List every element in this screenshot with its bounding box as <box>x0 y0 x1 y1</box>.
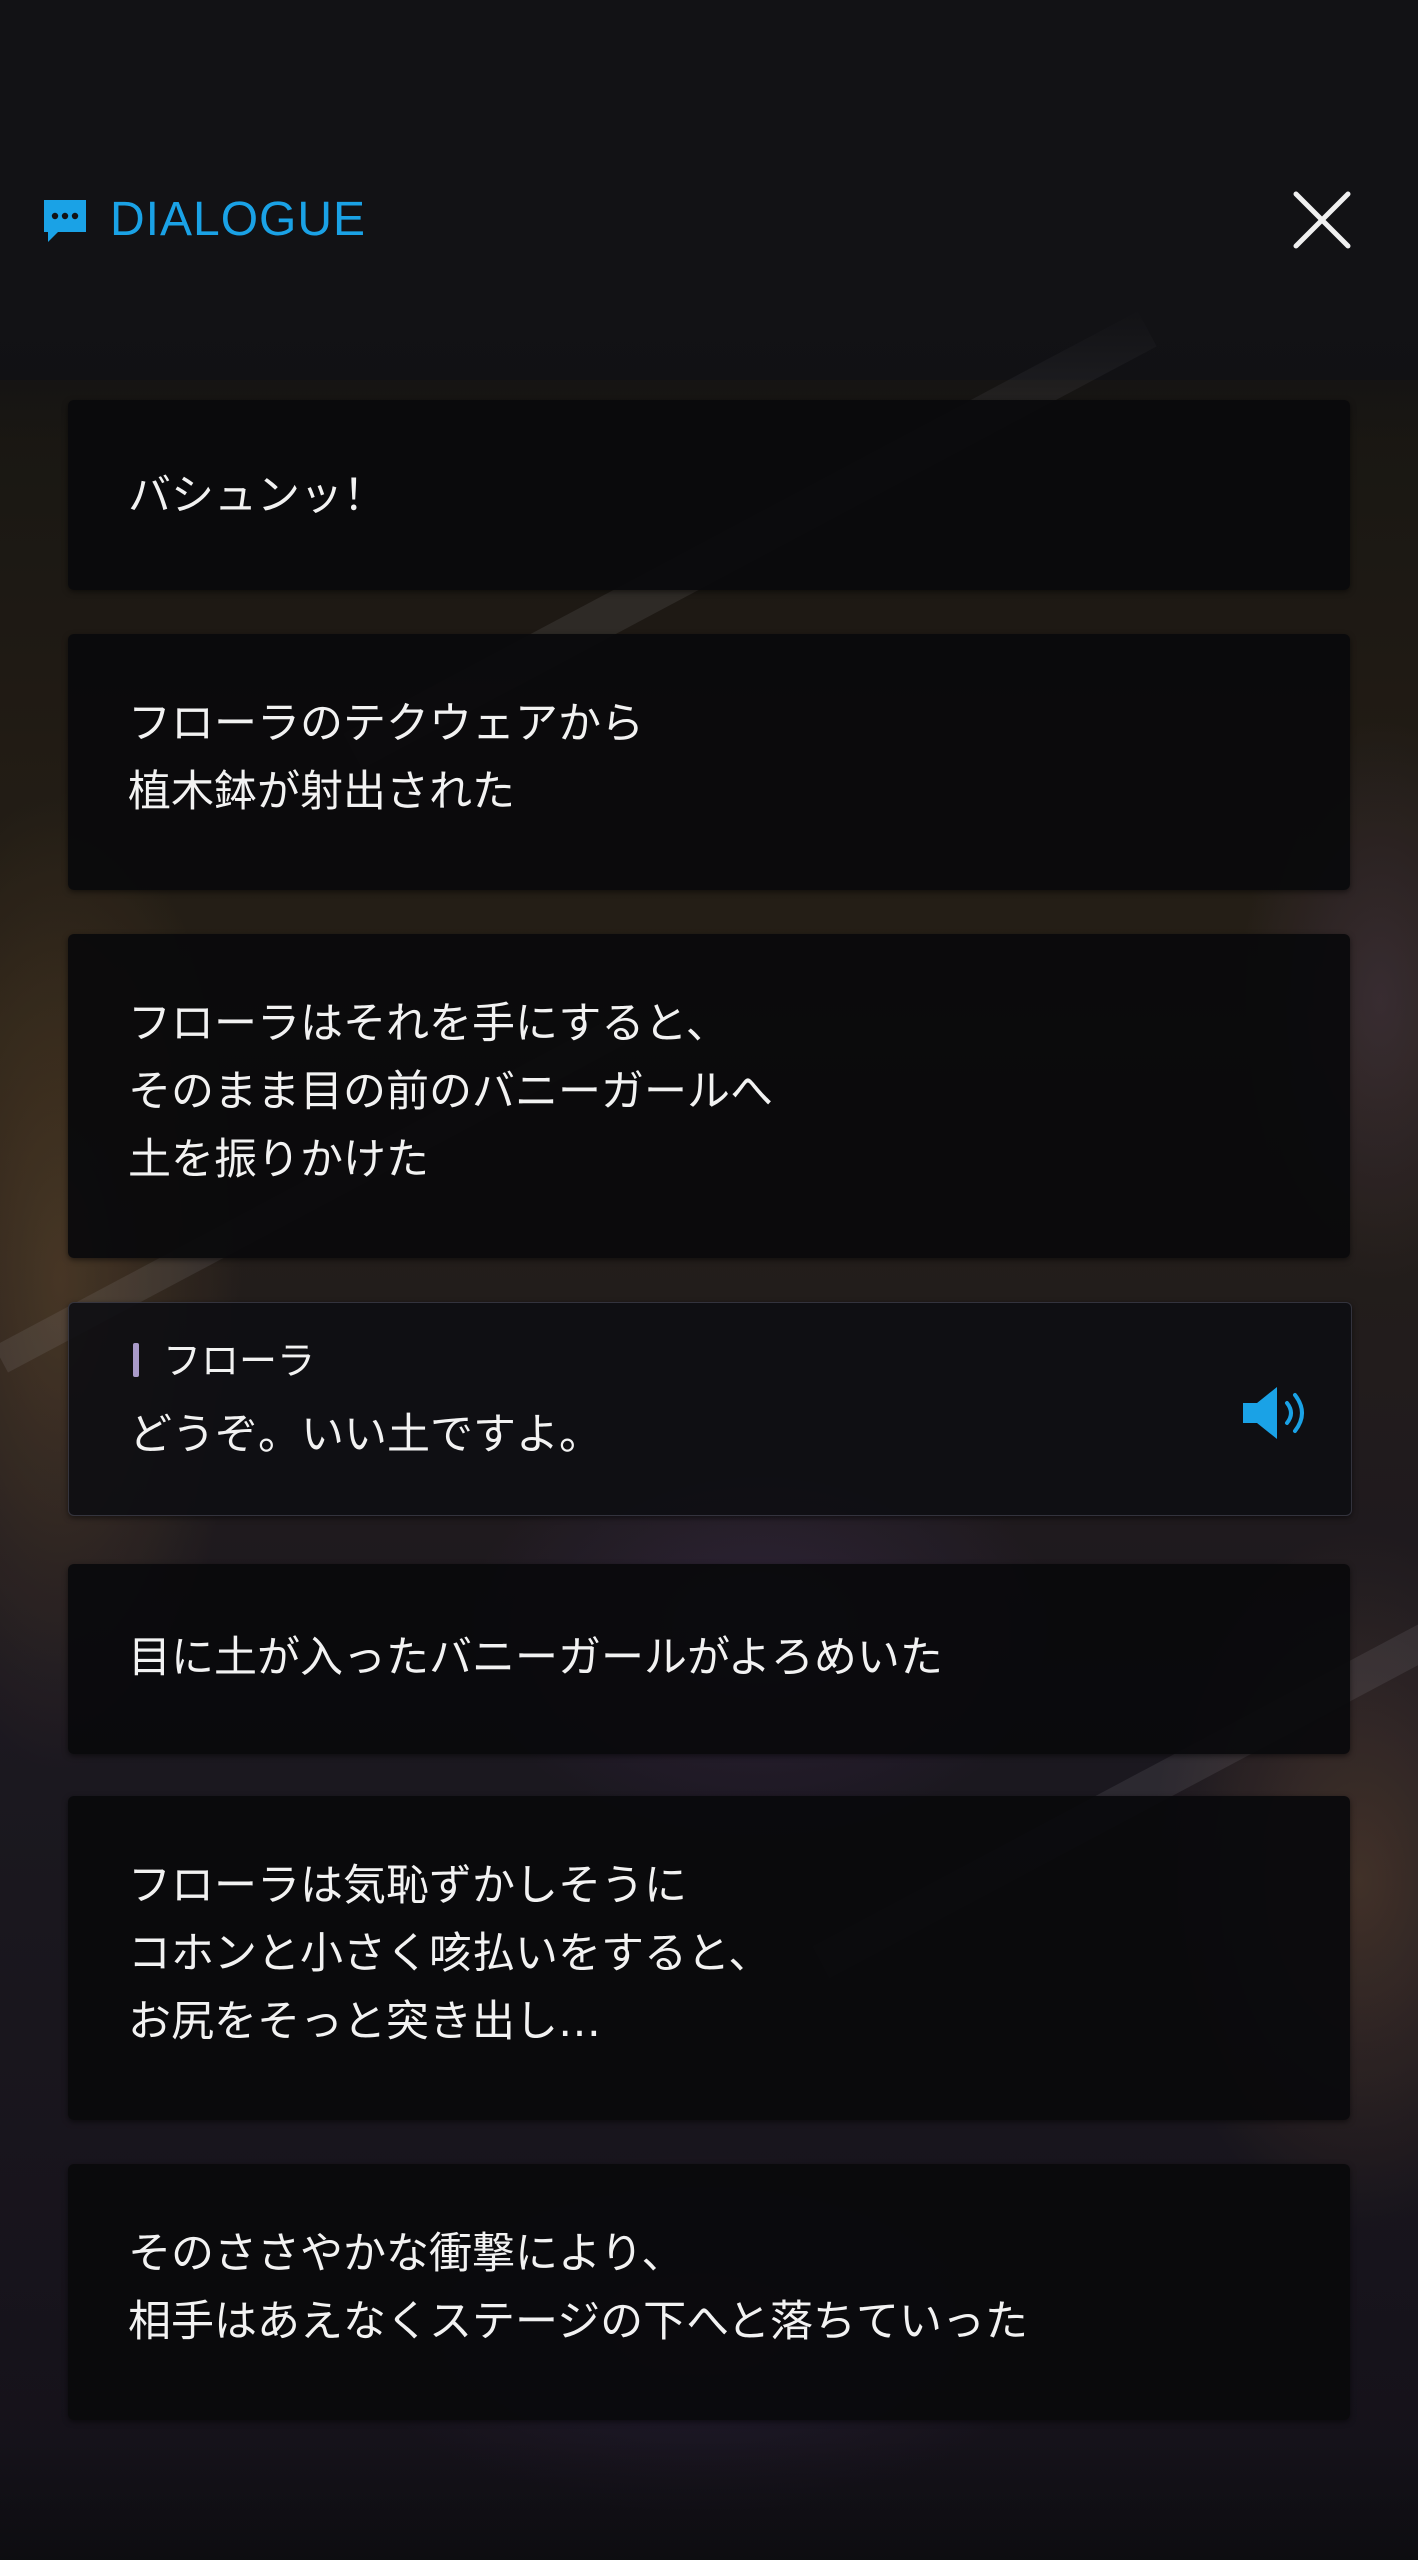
dialogue-line: 相手はあえなくステージの下へと落ちていった <box>128 2297 1028 2347</box>
dialogue-line: フローラのテクウェアから <box>128 699 644 749</box>
dialogue-header: DIALOGUE <box>0 180 1418 260</box>
chat-bubble-icon <box>44 200 86 242</box>
dialogue-entry: フローラは気恥ずかしそうに コホンと小さく咳払いをすると、 お尻をそっと突き出し… <box>68 1796 1350 2120</box>
page-title: DIALOGUE <box>110 193 367 246</box>
dialogue-line: 目に土が入ったバニーガールがよろめいた <box>128 1633 943 1683</box>
speaker-name: フローラ <box>163 1339 316 1383</box>
play-voice-button[interactable] <box>1239 1381 1319 1445</box>
dialogue-line: 植木鉢が射出された <box>128 767 515 817</box>
speaker-marker <box>133 1343 139 1377</box>
dialogue-line: フローラはそれを手にすると、 <box>128 999 729 1049</box>
close-icon <box>1293 191 1351 249</box>
bottom-backdrop <box>0 2440 1418 2560</box>
dialogue-entry: そのささやかな衝撃により、 相手はあえなくステージの下へと落ちていった <box>68 2164 1350 2420</box>
dialogue-line: コホンと小さく咳払いをすると、 <box>128 1929 772 1979</box>
dialogue-entry: フローラはそれを手にすると、 そのまま目の前のバニーガールへ 土を振りかけた <box>68 934 1350 1258</box>
speaker-volume-icon <box>1243 1387 1304 1439</box>
close-button[interactable] <box>1290 188 1354 252</box>
dialogue-line: そのささやかな衝撃により、 <box>128 2229 685 2279</box>
dialogue-line: バシュンッ！ <box>128 471 386 521</box>
dialogue-line: そのまま目の前のバニーガールへ <box>128 1067 773 1117</box>
dialogue-entry-voiced: フローラ どうぞ。いい土ですよ。 <box>68 1302 1352 1516</box>
dialogue-line: フローラは気恥ずかしそうに <box>128 1861 687 1911</box>
dialogue-line: 土を振りかけた <box>128 1135 429 1185</box>
dialogue-screen: DIALOGUE バシュンッ！ フローラのテクウェアから 植木鉢が射出された フ… <box>0 0 1418 2560</box>
dialogue-entry: バシュンッ！ <box>68 400 1350 590</box>
dialogue-entry: 目に土が入ったバニーガールがよろめいた <box>68 1564 1350 1754</box>
dialogue-line: どうぞ。いい土ですよ。 <box>129 1410 602 1460</box>
dialogue-entry: フローラのテクウェアから 植木鉢が射出された <box>68 634 1350 890</box>
dialogue-line: お尻をそっと突き出し… <box>128 1997 601 2047</box>
